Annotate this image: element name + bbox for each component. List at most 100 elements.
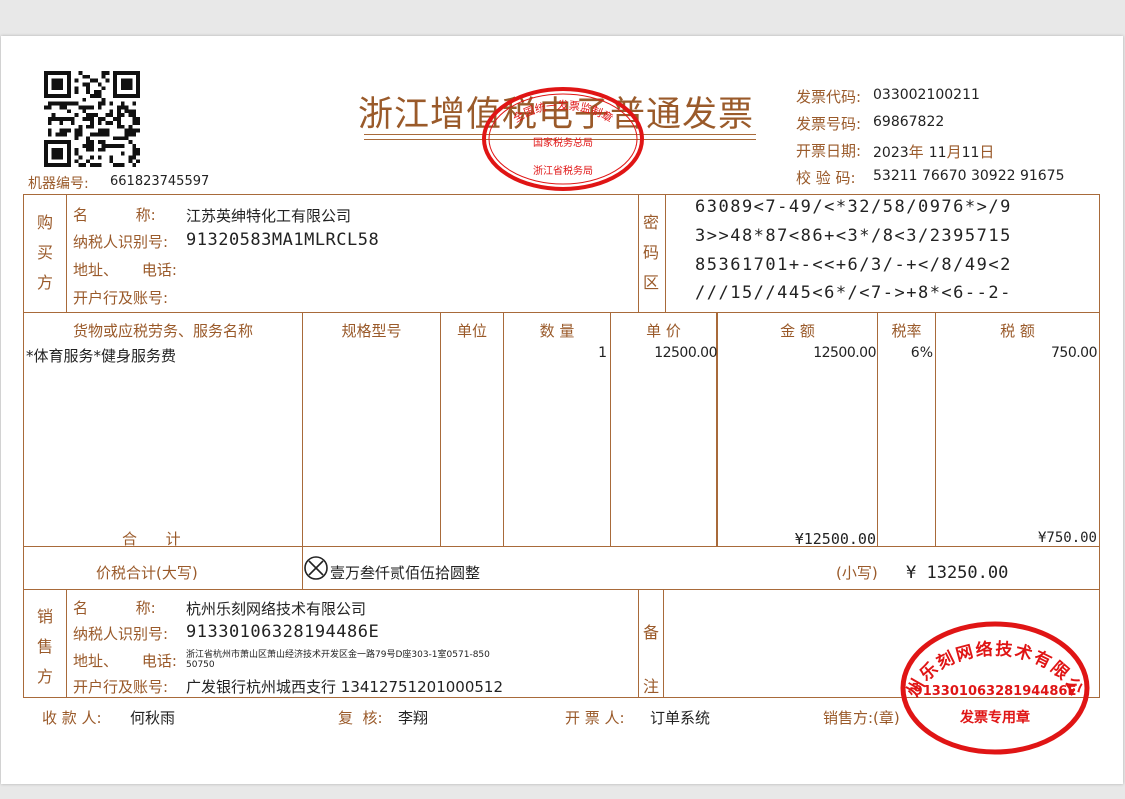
qr-module — [109, 120, 114, 125]
col-header-qty: 数 量 — [539, 322, 575, 340]
qr-module — [101, 143, 106, 148]
qr-module — [74, 86, 79, 91]
qr-module — [90, 105, 94, 110]
payee: 何秋雨 — [130, 709, 176, 727]
qr-module — [120, 151, 125, 156]
stamp-middle-text: 国家税务总局 — [533, 136, 593, 149]
qr-module — [74, 90, 79, 95]
qr-module — [78, 132, 83, 137]
grand-total-number: ¥ 13250.00 — [906, 563, 1009, 583]
remarks-side-label: 备 注 — [641, 606, 661, 714]
stamp-caption-text: 发票专用章 — [959, 709, 1030, 726]
buyer-taxid-label: 纳税人识别号: — [73, 233, 169, 251]
qr-module — [116, 113, 121, 118]
qr-module — [97, 120, 102, 125]
qr-module — [86, 136, 91, 141]
reviewer-label: 复 核: — [338, 709, 383, 727]
password-line: 63089<7-49/<*32/58/0976*>/9 — [695, 197, 1012, 217]
qr-module — [132, 101, 137, 106]
qr-module — [116, 163, 121, 167]
qr-module — [97, 105, 102, 110]
qr-module — [82, 163, 87, 167]
qr-module — [120, 163, 125, 167]
qr-module — [90, 140, 94, 144]
qr-module — [55, 132, 60, 137]
qr-module — [97, 147, 102, 152]
qr-module — [120, 113, 125, 118]
qr-module — [105, 113, 110, 118]
qr-module — [93, 90, 98, 95]
qr-module — [63, 105, 68, 110]
invoice-number: 69867822 — [873, 114, 945, 130]
seller-seal-label: 销售方:(章) — [823, 709, 900, 727]
qr-module — [82, 74, 87, 79]
qr-module — [63, 101, 68, 106]
qr-module — [128, 159, 133, 164]
col-header-rate: 税率 — [891, 322, 922, 340]
remarks-side-char: 注 — [642, 677, 659, 696]
qr-module — [74, 78, 79, 83]
machine-no: 661823745597 — [110, 174, 210, 189]
qr-module — [86, 90, 91, 95]
stamp-taxid-text: 91330106328194486E — [914, 684, 1077, 699]
qr-module — [132, 147, 137, 152]
qr-module — [70, 120, 75, 125]
qr-module — [74, 159, 79, 164]
issue-date-year-unit: 年 — [908, 143, 924, 161]
remarks-side-char: 备 — [642, 623, 659, 642]
qr-module — [132, 117, 137, 121]
qr-module — [82, 105, 87, 110]
invoice-code: 033002100211 — [873, 87, 980, 103]
qr-module — [86, 74, 91, 79]
qr-module — [70, 101, 75, 106]
qr-module — [128, 128, 133, 133]
qr-module — [105, 120, 110, 125]
qr-module — [128, 132, 133, 137]
qr-module — [51, 78, 64, 91]
circled-x-icon — [304, 556, 328, 580]
buyer-taxid: 91320583MA1MLRCL58 — [186, 230, 380, 250]
qr-module — [86, 159, 91, 164]
qr-module — [47, 132, 52, 137]
qr-module — [120, 124, 125, 129]
qr-module — [82, 97, 87, 102]
buyer-side-char: 方 — [36, 273, 53, 292]
seller-side-char: 售 — [36, 637, 53, 656]
qr-module — [132, 120, 137, 125]
qr-module — [105, 143, 110, 148]
qr-module — [120, 101, 125, 106]
item-rate: 6% — [910, 345, 933, 361]
qr-module — [90, 163, 94, 167]
qr-module — [116, 124, 121, 129]
seller-side-char: 销 — [36, 607, 53, 626]
qr-module — [59, 105, 64, 110]
qr-module — [47, 101, 52, 106]
qr-module — [109, 143, 114, 148]
qr-module — [74, 128, 79, 133]
col-header-price: 单 价 — [646, 322, 681, 340]
qr-module — [124, 128, 129, 133]
qr-module — [132, 163, 137, 167]
item-tax: 750.00 — [1051, 345, 1098, 361]
qr-module — [109, 101, 114, 106]
qr-module — [101, 140, 106, 144]
qr-module — [82, 109, 87, 114]
buyer-side-char: 买 — [36, 243, 53, 262]
qr-module — [116, 120, 121, 125]
qr-module — [132, 128, 137, 133]
item-amount: 12500.00 — [813, 345, 876, 361]
qr-module — [55, 101, 60, 106]
qr-module — [86, 143, 91, 148]
qr-module — [101, 147, 106, 152]
col-header-spec: 规格型号 — [341, 322, 402, 340]
qr-module — [90, 117, 94, 121]
qr-module — [63, 128, 68, 133]
machine-no-label: 机器编号: — [28, 176, 89, 192]
item-name: *体育服务*健身服务费 — [26, 347, 177, 365]
issue-date: 2023年 11月11日 — [873, 141, 994, 162]
qr-module — [109, 109, 114, 114]
qr-module — [101, 71, 106, 75]
qr-module — [105, 71, 110, 75]
qr-module — [116, 117, 121, 121]
qr-module — [109, 113, 114, 118]
